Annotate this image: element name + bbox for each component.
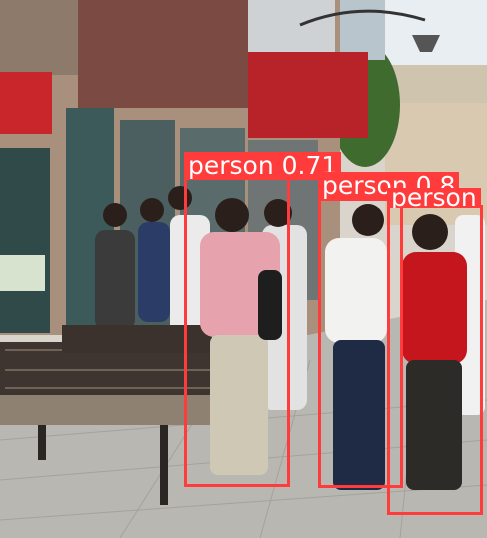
shop-window — [0, 148, 50, 333]
detection-box-person-3 — [387, 205, 483, 515]
left-shop-sign — [0, 72, 52, 134]
detection-box-person-1 — [184, 177, 290, 487]
tower — [335, 0, 385, 60]
detection-label-person-3: person — [387, 188, 481, 208]
red-shop-sign — [248, 52, 368, 138]
bakery-sign — [78, 0, 248, 108]
street-scene: person 0.71 person 0.8 person — [0, 0, 487, 538]
